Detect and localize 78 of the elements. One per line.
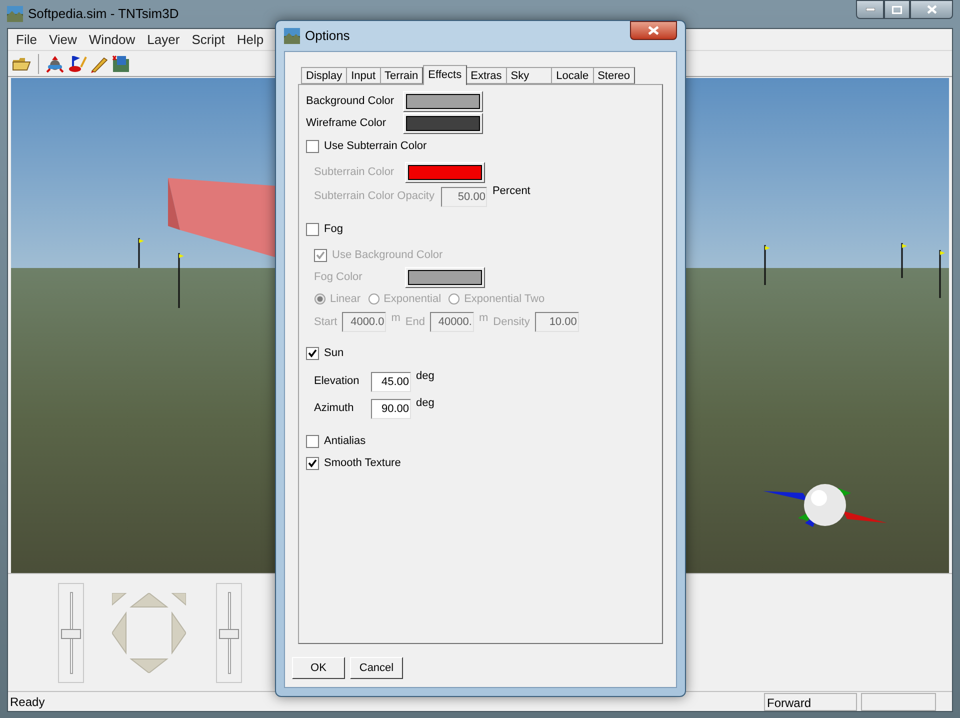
- flag-pole-icon: [938, 250, 946, 298]
- checkbox-label: Fog: [324, 222, 343, 237]
- maximize-button[interactable]: [884, 0, 910, 19]
- unit-label: Percent: [492, 184, 530, 199]
- dialog-button[interactable]: Cancel: [350, 657, 403, 679]
- field-label: Subterrain Color: [314, 164, 396, 180]
- flag-pole-icon: [177, 253, 185, 308]
- menu-item[interactable]: Script: [186, 30, 231, 50]
- radio-icon: [448, 293, 460, 305]
- app-icon: [284, 28, 300, 44]
- window-title: Softpedia.sim - TNTsim3D: [28, 5, 179, 24]
- checkbox[interactable]: [306, 222, 319, 236]
- unit-label: deg: [416, 396, 434, 411]
- menu-item[interactable]: File: [10, 30, 43, 50]
- slider-thumb[interactable]: [61, 628, 81, 638]
- close-icon: [648, 26, 659, 35]
- flag-pole-icon: [900, 243, 908, 278]
- checkbox[interactable]: [306, 140, 319, 152]
- field-label: Subterrain Color Opacity: [314, 189, 436, 204]
- unit-label: deg: [416, 369, 434, 384]
- checkbox-label: Use Background Color: [332, 248, 443, 263]
- field-label: Fog Color: [314, 270, 364, 285]
- status-text: Ready: [9, 694, 46, 710]
- goggles-icon[interactable]: [45, 54, 65, 72]
- tab[interactable]: Extras: [466, 67, 507, 84]
- check-icon: [308, 458, 317, 468]
- menu-item[interactable]: Window: [82, 30, 142, 50]
- flag-marker-icon[interactable]: [67, 54, 87, 72]
- checkbox-label: Sun: [324, 346, 344, 361]
- minimize-icon: [866, 8, 874, 11]
- status-panel: Forward: [764, 692, 857, 710]
- dialog-button[interactable]: OK: [292, 657, 345, 679]
- checkbox-label: Antialias: [324, 434, 366, 449]
- tab[interactable]: Display: [301, 67, 348, 84]
- vertical-slider[interactable]: [216, 582, 242, 682]
- checkbox-label: Use Subterrain Color: [324, 138, 427, 154]
- minimize-button[interactable]: [856, 0, 884, 19]
- check-icon: [308, 348, 317, 358]
- close-button[interactable]: [910, 0, 953, 19]
- menu-item[interactable]: Help: [230, 30, 270, 50]
- flag-pole-icon: [763, 245, 771, 285]
- field-label: Wireframe Color: [306, 116, 388, 131]
- menu-item[interactable]: View: [42, 30, 83, 50]
- tab[interactable]: Stereo: [592, 67, 635, 84]
- checkbox[interactable]: [306, 434, 319, 448]
- field-label: Start: [314, 314, 338, 330]
- map-layers-icon[interactable]: [111, 54, 131, 72]
- close-icon: [926, 5, 936, 14]
- checkbox[interactable]: [306, 346, 319, 360]
- unit-label: m: [478, 311, 488, 326]
- dialog-title: Options: [305, 27, 350, 46]
- tab[interactable]: Input: [346, 67, 381, 84]
- radio-icon: [314, 293, 326, 305]
- tab[interactable]: Effects: [423, 65, 467, 85]
- flag-pole-icon: [137, 238, 145, 268]
- open-folder-icon[interactable]: [12, 56, 32, 72]
- input-field[interactable]: 45.00: [371, 372, 411, 392]
- field-label: End: [405, 314, 425, 330]
- field-label: Azimuth: [314, 401, 355, 416]
- field-label: Elevation: [314, 374, 360, 390]
- app-icon: [7, 6, 23, 22]
- field-label: Density: [493, 314, 530, 330]
- field-label: Background Color: [306, 94, 396, 109]
- menu-item[interactable]: Layer: [141, 30, 186, 50]
- tab[interactable]: Sky: [506, 67, 552, 84]
- pencil-icon[interactable]: [89, 54, 109, 72]
- tab[interactable]: Locale: [551, 67, 594, 84]
- slider-thumb[interactable]: [219, 628, 239, 638]
- vertical-slider[interactable]: [58, 582, 84, 682]
- check-icon: [316, 250, 325, 260]
- maximize-icon: [892, 6, 902, 14]
- radio-icon: [368, 293, 380, 305]
- checkbox-label: Smooth Texture: [324, 456, 401, 471]
- input-field[interactable]: 90.00: [371, 398, 411, 418]
- tab[interactable]: Terrain: [380, 67, 424, 84]
- close-button[interactable]: [630, 21, 677, 40]
- unit-label: m: [391, 311, 400, 326]
- checkbox[interactable]: [306, 456, 319, 470]
